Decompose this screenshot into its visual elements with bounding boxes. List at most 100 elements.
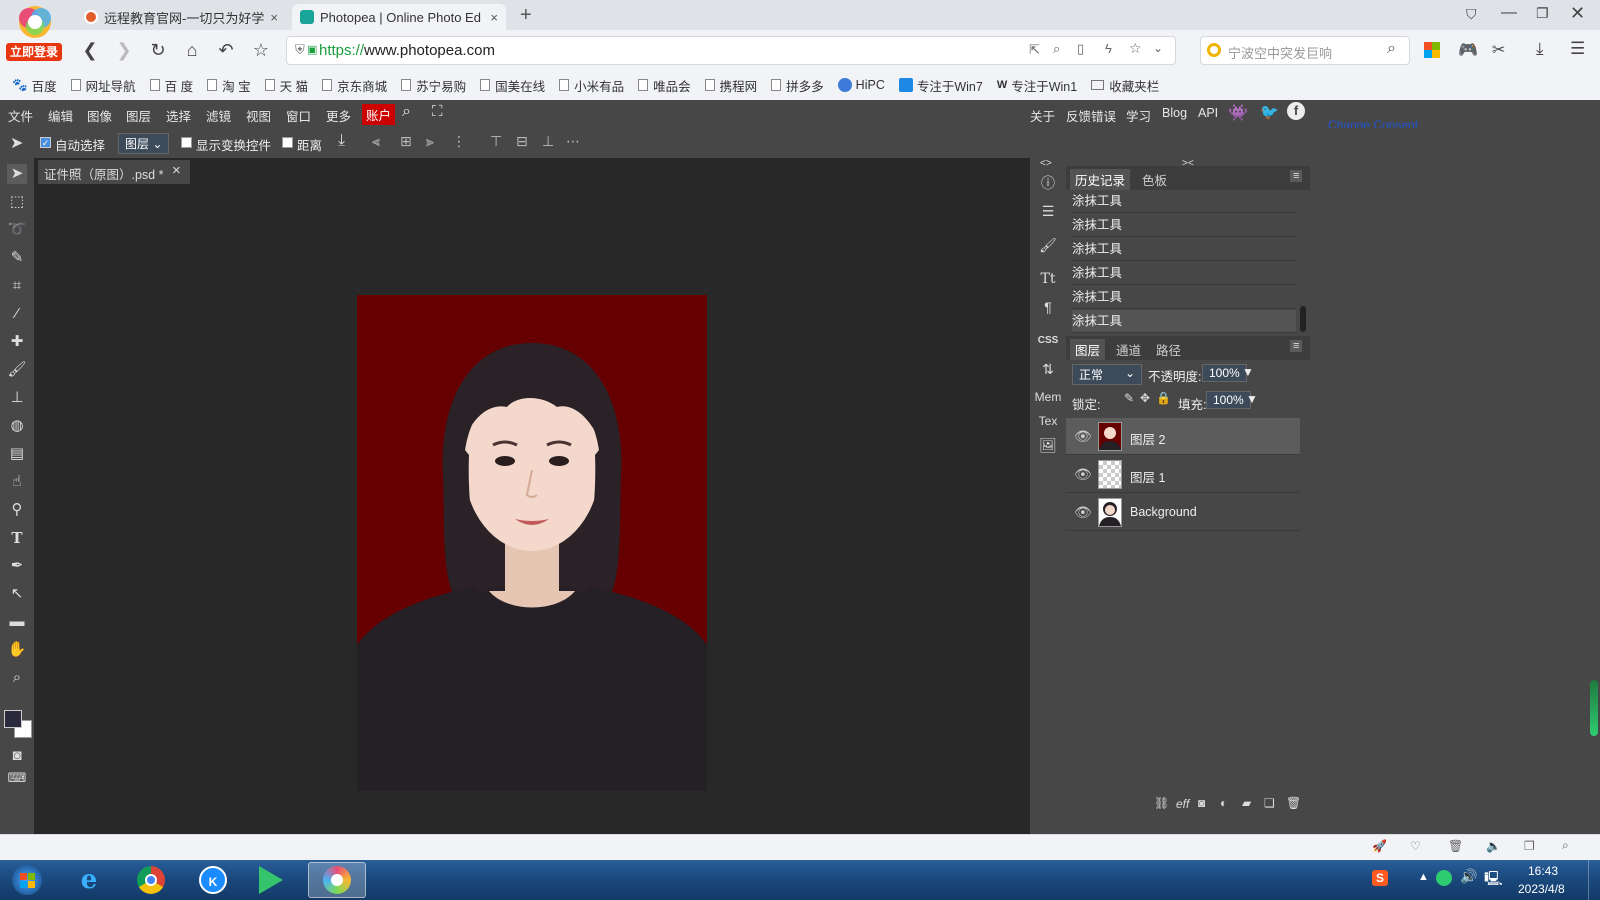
menu-file[interactable]: 文件 — [8, 106, 33, 125]
volume-icon[interactable]: 🔈 — [1486, 839, 1501, 853]
search-suggestion-text[interactable]: 宁波空中突发巨响 — [1228, 43, 1332, 62]
tab-photopea[interactable]: Photopea | Online Photo Ed × — [292, 4, 506, 30]
network-icon[interactable]: 🖳 — [1484, 868, 1503, 892]
address-bar[interactable]: ⛨ ▣ https://www.photopea.com ⇱ ⌕ ▯ ϟ ☆ ⌄ — [286, 36, 1176, 65]
window-icon[interactable]: ❐ — [1524, 839, 1535, 853]
align-left-icon[interactable]: ⫷ — [372, 133, 380, 150]
hand-tool-icon[interactable]: ✋ — [7, 640, 27, 660]
menu-window[interactable]: 窗口 — [286, 106, 311, 125]
menu-icon[interactable]: ☰ — [1570, 39, 1585, 59]
move-tool-icon[interactable]: ➤ — [7, 164, 27, 184]
tab-swatches[interactable]: 色板 — [1142, 170, 1167, 189]
apps-grid-icon[interactable] — [1424, 42, 1440, 58]
heart-icon[interactable]: ♡ — [1410, 839, 1421, 853]
bookmark-item[interactable]: 专注于Win7 — [898, 76, 983, 95]
smudge-tool-icon[interactable]: ☝ — [7, 472, 27, 492]
healing-brush-tool-icon[interactable]: ✚ — [7, 332, 27, 352]
url-text[interactable]: https://www.photopea.com — [319, 42, 495, 59]
new-layer-icon[interactable]: ❏ — [1264, 796, 1275, 810]
bookmark-item[interactable]: 天 猫 — [264, 76, 308, 95]
align-right-icon[interactable]: ⫸ — [426, 133, 434, 150]
character-icon[interactable]: Tt — [1034, 266, 1062, 292]
opacity-dropdown-icon[interactable]: ▼ — [1242, 365, 1254, 379]
paragraph-icon[interactable]: ¶ — [1034, 294, 1062, 320]
marquee-tool-icon[interactable]: ⬚ — [7, 192, 27, 212]
document-tab[interactable]: 证件照（原图）.psd * × — [38, 160, 190, 184]
layer-row[interactable]: 👁 Background — [1066, 494, 1300, 531]
lock-all-icon[interactable]: 🔒 — [1156, 391, 1171, 405]
search-icon[interactable]: ⌕ — [402, 103, 411, 121]
zoom-tool-icon[interactable]: ⌕ — [7, 668, 27, 688]
distribute-v-icon[interactable]: ⋯ — [566, 133, 580, 150]
history-entry[interactable]: 涂抹工具 — [1072, 286, 1296, 309]
close-document-icon[interactable]: × — [172, 162, 181, 179]
text-panel-button[interactable]: Tex — [1034, 408, 1062, 434]
account-button[interactable]: 账户 — [362, 104, 396, 125]
close-window-button[interactable]: ✕ — [1570, 3, 1585, 24]
menu-select[interactable]: 选择 — [166, 106, 191, 125]
history-scrollbar[interactable] — [1300, 306, 1306, 332]
taskbar-kugou[interactable]: K — [188, 862, 238, 898]
auto-select-checkbox[interactable]: ✓ — [40, 137, 51, 148]
close-tab-icon[interactable]: × — [484, 10, 498, 25]
brush-tool-icon[interactable]: 🖌 — [7, 360, 27, 380]
clock-time[interactable]: 16:43 — [1528, 864, 1558, 878]
tray-app-icon[interactable] — [1436, 870, 1452, 886]
tab-paths[interactable]: 路径 — [1156, 340, 1181, 359]
login-badge[interactable]: 立即登录 — [6, 43, 62, 61]
show-desktop-button[interactable] — [1588, 860, 1600, 900]
menu-view[interactable]: 视图 — [246, 106, 271, 125]
undo-close-icon[interactable]: ↶ — [214, 38, 238, 62]
taskbar-player[interactable] — [246, 862, 296, 898]
search-box[interactable]: 宁波空中突发巨响 ⌕ — [1200, 36, 1410, 65]
menu-report-bug[interactable]: 反馈错误 — [1066, 106, 1116, 125]
visibility-eye-icon[interactable]: 👁 — [1074, 428, 1092, 444]
info-icon[interactable]: ⓘ — [1034, 170, 1062, 196]
volume-icon[interactable]: 🔊 — [1460, 868, 1477, 885]
adjustments-icon[interactable]: ☰ — [1034, 198, 1062, 224]
delete-layer-icon[interactable]: 🗑 — [1286, 796, 1301, 810]
fill-input[interactable]: 100% — [1206, 391, 1251, 409]
memory-panel-button[interactable]: Mem — [1030, 384, 1066, 410]
keyboard-icon[interactable]: ⌨ — [7, 768, 27, 788]
new-group-icon[interactable]: ▰ — [1242, 796, 1251, 810]
open-external-icon[interactable]: ⇱ — [1029, 42, 1040, 58]
brush-settings-icon[interactable]: 🖌 — [1034, 232, 1062, 258]
tab-channels[interactable]: 通道 — [1116, 340, 1141, 359]
lock-pixels-icon[interactable]: ✎ — [1124, 391, 1134, 405]
home-icon[interactable]: ⌂ — [180, 38, 204, 62]
facebook-icon[interactable]: f — [1287, 102, 1305, 120]
tab-history[interactable]: 历史记录 — [1070, 169, 1131, 190]
panel-menu-icon[interactable]: ≡ — [1290, 170, 1303, 182]
history-entry-current[interactable]: 涂抹工具 — [1072, 310, 1296, 333]
opacity-input[interactable]: 100% — [1202, 364, 1247, 382]
collapse-panels-left-icon[interactable]: <> — [1040, 158, 1052, 169]
restore-button[interactable]: ❐ — [1536, 5, 1549, 22]
move-tool-icon[interactable]: ➤ — [10, 133, 23, 153]
type-tool-icon[interactable]: T — [7, 528, 27, 548]
lock-transparency-icon[interactable] — [1108, 394, 1119, 405]
dodge-tool-icon[interactable]: ⚲ — [7, 500, 27, 520]
properties-icon[interactable]: ⇅ — [1034, 356, 1062, 382]
quick-mask-icon[interactable]: ◙ — [7, 746, 27, 766]
bookmark-item[interactable]: 国美在线 — [480, 76, 545, 95]
menu-more[interactable]: 更多 — [326, 106, 351, 125]
show-transform-checkbox[interactable] — [181, 137, 192, 148]
bookmark-star-icon[interactable]: ☆ — [1129, 40, 1142, 57]
sogou-input-icon[interactable]: S — [1372, 870, 1388, 886]
history-entry[interactable]: 涂抹工具 — [1072, 262, 1296, 285]
menu-edit[interactable]: 编辑 — [48, 106, 73, 125]
menu-api[interactable]: API — [1198, 106, 1218, 120]
pen-tool-icon[interactable]: ✒ — [7, 556, 27, 576]
bookmark-folder[interactable]: 收藏夹栏 — [1091, 76, 1159, 95]
bookmark-item[interactable]: W 专注于Win1 — [997, 76, 1077, 95]
tab-remote-education[interactable]: 远程教育官网-一切只为好学 × — [76, 4, 286, 30]
forward-icon[interactable]: ❯ — [112, 38, 136, 62]
align-middle-icon[interactable]: ⊟ — [516, 133, 528, 150]
new-tab-button[interactable]: + — [520, 4, 532, 27]
close-tab-icon[interactable]: × — [264, 10, 278, 25]
distance-checkbox[interactable] — [282, 137, 293, 148]
eyedropper-tool-icon[interactable]: ⁄ — [7, 304, 27, 324]
image-panel-icon[interactable]: 🖼 — [1034, 432, 1062, 458]
bookmark-item[interactable]: 携程网 — [704, 76, 757, 95]
